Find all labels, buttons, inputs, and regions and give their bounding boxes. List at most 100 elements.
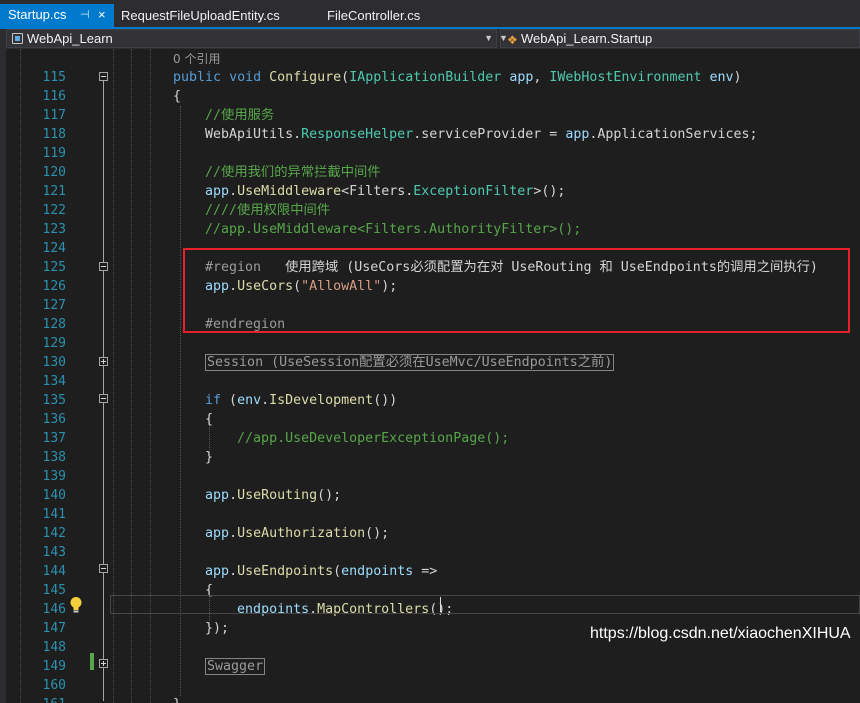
code-line[interactable]: 144 app.UseEndpoints(endpoints => — [0, 562, 860, 581]
code-token: IWebHostEnvironment — [549, 70, 702, 85]
code-line[interactable]: 136 { — [0, 410, 860, 429]
code-line[interactable]: 140 app.UseRouting(); — [0, 486, 860, 505]
code-line[interactable]: 115 public void Configure(IApplicationBui… — [0, 68, 860, 87]
project-dropdown[interactable]: WebApi_Learn ▼ — [6, 29, 497, 48]
code-token: //使用我们的异常拦截中间件 — [173, 165, 381, 180]
line-number: 124 — [42, 241, 66, 256]
code-line[interactable]: 137 //app.UseDeveloperExceptionPage(); — [0, 429, 860, 448]
code-token: void — [229, 70, 262, 85]
type-name: WebApi_Learn.Startup — [521, 31, 653, 46]
line-number: 118 — [42, 127, 66, 142]
tab-startup-cs[interactable]: Startup.cs ⊣ × — [0, 4, 114, 27]
chevron-down-icon[interactable]: ▼ — [484, 30, 493, 47]
tab-label: FileController.cs — [327, 8, 421, 23]
code-line[interactable]: 160 — [0, 676, 860, 695]
line-number: 139 — [42, 469, 66, 484]
code-text: { — [173, 87, 181, 106]
code-text: if (env.IsDevelopment()) — [173, 391, 397, 410]
line-number: 126 — [42, 279, 66, 294]
code-token: IsDevelopment — [269, 393, 374, 408]
code-text: Session (UseSession配置必须在UseMvc/UseEndpoi… — [173, 353, 615, 372]
code-token: }); — [173, 621, 230, 636]
code-line[interactable]: 118 WebApiUtils.ResponseHelper.servicePr… — [0, 125, 860, 144]
code-token: ; — [749, 127, 758, 142]
pin-icon[interactable]: ⊣ — [80, 4, 90, 26]
tab-request-file-upload-entity[interactable]: RequestFileUploadEntity.cs — [121, 5, 280, 27]
code-token: >(); — [533, 184, 566, 199]
code-line[interactable]: 122 ////使用权限中间件 — [0, 201, 860, 220]
code-editor[interactable]: 0 个引用 115 public void Configure(IApplicat… — [0, 49, 860, 703]
collapse-icon[interactable] — [99, 72, 108, 81]
code-line[interactable]: 123 //app.UseMiddleware<Filters.Authorit… — [0, 220, 860, 239]
code-line[interactable]: 134 — [0, 372, 860, 391]
line-number: 122 — [42, 203, 66, 218]
code-token: env — [709, 70, 734, 85]
code-token: ApplicationServices — [597, 127, 750, 142]
line-number: 146 — [42, 602, 66, 617]
line-number: 137 — [42, 431, 66, 446]
code-token: ExceptionFilter — [413, 184, 534, 199]
code-text: //app.UseDeveloperExceptionPage(); — [173, 429, 509, 448]
collapsed-region[interactable]: Swagger — [205, 658, 266, 675]
code-line[interactable]: 135 if (env.IsDevelopment()) — [0, 391, 860, 410]
tab-label: Startup.cs — [8, 7, 67, 22]
code-token: => — [413, 564, 438, 579]
code-line[interactable]: 138 } — [0, 448, 860, 467]
line-number: 128 — [42, 317, 66, 332]
line-number: 138 — [42, 450, 66, 465]
code-line[interactable]: 142 app.UseAuthorization(); — [0, 524, 860, 543]
close-icon[interactable]: × — [98, 4, 106, 26]
code-text: public void Configure(IApplicationBuilde… — [173, 68, 742, 87]
code-text: //使用我们的异常拦截中间件 — [173, 163, 381, 182]
line-number: 161 — [24, 695, 66, 703]
code-token: . — [413, 127, 422, 142]
line-number: 130 — [42, 355, 66, 370]
code-token: { — [173, 89, 182, 104]
code-token: Configure — [269, 70, 342, 85]
code-line[interactable]: 130 Session (UseSession配置必须在UseMvc/UseEn… — [0, 353, 860, 372]
code-line[interactable]: 161} — [0, 695, 860, 703]
code-token: = — [541, 127, 566, 142]
code-line[interactable]: 129 — [0, 334, 860, 353]
code-line[interactable]: 119 — [0, 144, 860, 163]
code-line[interactable]: 139 — [0, 467, 860, 486]
code-line[interactable]: 121 app.UseMiddleware<Filters.ExceptionF… — [0, 182, 860, 201]
csharp-project-icon — [12, 33, 23, 44]
collapse-icon[interactable] — [99, 262, 108, 271]
code-token: //app.UseMiddleware<Filters.AuthorityFil… — [173, 222, 582, 237]
line-number: 134 — [42, 374, 66, 389]
code-line[interactable]: 143 — [0, 543, 860, 562]
collapse-icon[interactable] — [99, 564, 108, 573]
code-token: app — [205, 184, 230, 199]
code-token: ()) — [373, 393, 398, 408]
code-text: }); — [173, 619, 229, 638]
collapsed-region[interactable]: Session (UseSession配置必须在UseMvc/UseEndpoi… — [205, 354, 615, 371]
lightbulb-icon[interactable] — [69, 596, 83, 614]
code-line[interactable]: 116 { — [0, 87, 860, 106]
tab-file-controller[interactable]: FileController.cs — [327, 5, 420, 27]
line-number: 123 — [42, 222, 66, 237]
code-text: Swagger — [173, 657, 266, 676]
line-number: 141 — [42, 507, 66, 522]
code-token: ( — [341, 70, 350, 85]
code-text: } — [173, 695, 181, 703]
expand-icon[interactable] — [99, 659, 108, 668]
line-number: 148 — [42, 640, 66, 655]
code-text: } — [173, 448, 213, 467]
line-number: 115 — [42, 70, 66, 85]
code-line[interactable]: 141 — [0, 505, 860, 524]
code-token: //使用服务 — [173, 108, 275, 123]
code-line[interactable]: 117 //使用服务 — [0, 106, 860, 125]
expand-icon[interactable] — [99, 357, 108, 366]
line-number: 121 — [42, 184, 66, 199]
code-token: . — [261, 393, 270, 408]
reference-codelens[interactable]: 0 个引用 — [173, 50, 220, 67]
type-dropdown[interactable]: ▼ ❖ WebApi_Learn.Startup — [499, 29, 860, 48]
code-line[interactable]: 149 Swagger — [0, 657, 860, 676]
code-line[interactable]: 120 //使用我们的异常拦截中间件 — [0, 163, 860, 182]
code-token: { — [173, 412, 214, 427]
collapse-icon[interactable] — [99, 394, 108, 403]
line-number: 120 — [42, 165, 66, 180]
